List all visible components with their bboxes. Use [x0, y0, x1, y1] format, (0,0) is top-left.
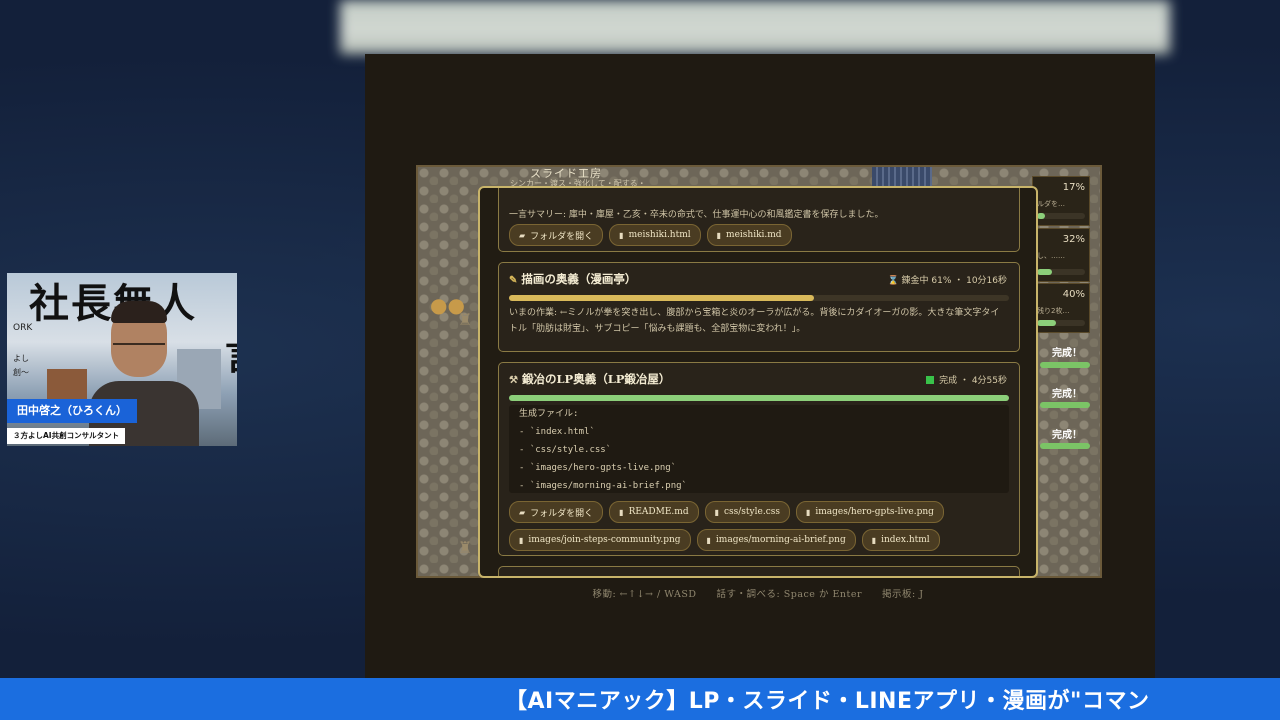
- done-label: 完成！: [1052, 389, 1082, 400]
- next-task-panel: [498, 566, 1020, 576]
- summary-text: 一言サマリー: 庫中・庫屋・乙亥・卒未の命式で、仕事運中心の和風鑑定書を保存しま…: [509, 210, 884, 220]
- check-icon: [926, 376, 935, 384]
- done-bar: [1040, 443, 1090, 449]
- lantern-icon: ♜: [458, 538, 473, 557]
- file-chip[interactable]: ▮ css/style.css: [704, 501, 790, 523]
- building: [47, 369, 87, 403]
- manga-progress-bar: [509, 295, 1009, 301]
- open-folder-button[interactable]: ▰ フォルダを開く: [509, 501, 604, 523]
- lp-panel-chips: ▰ フォルダを開く ▮ README.md ▮ css/style.css ▮ imag…: [509, 501, 1009, 551]
- chip-label: images/morning-ai-brief.png: [715, 535, 846, 545]
- panel-status: ⌛ 錬金中 61% ・ 10分16秒: [887, 276, 1007, 286]
- side-progress-card[interactable]: 40% 残り2枚…: [1032, 283, 1090, 333]
- file-icon: ▮: [714, 507, 719, 517]
- progress-modal: 一言サマリー: 庫中・庫屋・乙亥・卒未の命式で、仕事運中心の和風鑑定書を保存しま…: [478, 186, 1038, 578]
- top-task-panel: 一言サマリー: 庫中・庫屋・乙亥・卒未の命式で、仕事運中心の和風鑑定書を保存しま…: [498, 188, 1020, 252]
- file-icon: ▮: [871, 535, 877, 545]
- banner-text-2: 言: [225, 328, 237, 380]
- file-chip[interactable]: ▮ README.md: [609, 501, 699, 523]
- chip-label: フォルダを開く: [530, 231, 594, 242]
- file-chip[interactable]: ▮ meishiki.md: [706, 224, 792, 246]
- file-line: - `css/style.css`: [519, 445, 612, 455]
- file-line: - `images/morning-ai-brief.png`: [519, 481, 687, 491]
- panel-title-text: 描画の奥義（漫画亭）: [521, 272, 637, 286]
- controls-hint: 移動: ←↑↓→ / WASD 話す・調べる: Space か Enter 掲示…: [592, 589, 924, 600]
- done-label: 完成！: [1052, 348, 1082, 359]
- status-text: 完成 ・ 4分55秒: [939, 376, 1007, 386]
- webcam-overlay: 社長無人 言 ORK よし 創〜 田中啓之（ひろくん） ３方よしAI共創コンサル…: [7, 273, 237, 446]
- side-card-text: ルダを…: [1037, 200, 1065, 208]
- file-icon: ▮: [619, 507, 624, 517]
- presenter: [89, 299, 199, 446]
- chip-label: index.html: [881, 535, 930, 545]
- side-card-text: 残り2枚…: [1037, 307, 1070, 315]
- file-icon: ▮: [519, 535, 524, 545]
- folder-icon: ▰: [519, 230, 526, 240]
- blurred-header: [340, 0, 1170, 54]
- file-line: - `images/hero-gpts-live.png`: [519, 463, 677, 473]
- side-card-bar: [1037, 269, 1085, 275]
- banner-small-1: よし: [13, 354, 29, 363]
- file-chip[interactable]: ▮ index.html: [861, 529, 940, 551]
- generated-files-box: 生成ファイル: - `index.html` - `css/style.css`…: [509, 405, 1009, 493]
- presenter-glasses: [113, 343, 165, 357]
- file-icon: ▮: [619, 230, 624, 240]
- side-card-bar: [1037, 320, 1085, 326]
- side-card-text: し、……: [1037, 252, 1065, 260]
- banner-york: ORK: [13, 323, 33, 333]
- news-ticker: 【AIマニアック】LP・スライド・LINEアプリ・漫画が"コマン: [0, 678, 1280, 720]
- files-header: 生成ファイル:: [519, 409, 579, 419]
- folder-icon: ▰: [519, 507, 526, 517]
- side-progress-card[interactable]: 17% ルダを…: [1032, 176, 1090, 226]
- side-card-bar: [1037, 213, 1085, 219]
- lp-progress-bar: [509, 395, 1009, 401]
- presenter-hair: [111, 301, 167, 323]
- manga-task-panel: ✎ 描画の奥義（漫画亭） ⌛ 錬金中 61% ・ 10分16秒 いまの作業: ←ミ…: [498, 262, 1020, 352]
- done-bar: [1040, 362, 1090, 368]
- chip-label: フォルダを開く: [530, 508, 594, 519]
- top-panel-chips: ▰ フォルダを開く ▮ meishiki.html ▮ meishiki.md: [509, 224, 1009, 246]
- lantern-icon: ♜: [458, 310, 473, 329]
- panel-status: 完成 ・ 4分55秒: [926, 373, 1007, 386]
- side-card-percent: 40%: [1062, 289, 1085, 300]
- chip-label: images/hero-gpts-live.png: [815, 507, 934, 517]
- presenter-name: 田中啓之（ひろくん）: [7, 399, 137, 423]
- file-icon: ▮: [706, 535, 711, 545]
- open-folder-button[interactable]: ▰ フォルダを開く: [509, 224, 604, 246]
- file-chip[interactable]: ▮ meishiki.html: [609, 224, 701, 246]
- side-progress-card[interactable]: 32% し、……: [1032, 228, 1090, 282]
- chip-label: meishiki.html: [628, 230, 691, 240]
- chip-label: images/join-steps-community.png: [528, 535, 681, 545]
- file-icon: ▮: [805, 507, 811, 517]
- chip-label: css/style.css: [724, 507, 780, 517]
- chip-label: README.md: [628, 507, 689, 517]
- side-card-percent: 32%: [1062, 234, 1085, 245]
- file-icon: ▮: [716, 230, 722, 240]
- ticker-text: 【AIマニアック】LP・スライド・LINEアプリ・漫画が"コマン: [505, 689, 1150, 714]
- file-line: - `index.html`: [519, 427, 595, 437]
- hammer-icon: ⚒: [509, 375, 518, 386]
- done-label: 完成！: [1052, 430, 1082, 441]
- side-card-percent: 17%: [1062, 182, 1085, 193]
- current-work-text: いまの作業: ←ミノルが拳を突き出し、腹部から宝箱と炎のオーラが広がる。背後にカ…: [509, 308, 1000, 334]
- file-chip[interactable]: ▮ images/join-steps-community.png: [509, 529, 691, 551]
- done-bar: [1040, 402, 1090, 408]
- lp-task-panel: ⚒ 鍛冶のLP奥義（LP鍛冶屋） 完成 ・ 4分55秒 生成ファイル: - `in…: [498, 362, 1020, 556]
- stairs-icon: [872, 167, 932, 187]
- chip-label: meishiki.md: [726, 230, 782, 240]
- banner-small-2: 創〜: [13, 368, 29, 377]
- panel-title-text: 鍛冶のLP奥義（LP鍛冶屋）: [521, 372, 671, 386]
- file-chip[interactable]: ▮ images/morning-ai-brief.png: [696, 529, 856, 551]
- scroll-icon: ✎: [509, 275, 518, 286]
- presenter-role: ３方よしAI共創コンサルタント: [7, 428, 126, 444]
- file-chip[interactable]: ▮ images/hero-gpts-live.png: [795, 501, 944, 523]
